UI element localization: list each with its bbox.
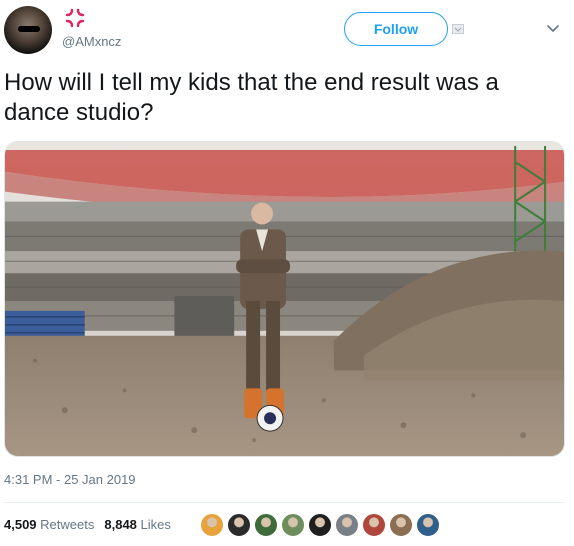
follow-button[interactable]: Follow xyxy=(344,12,448,46)
liker-avatar[interactable] xyxy=(254,513,278,537)
liker-avatar[interactable] xyxy=(308,513,332,537)
retweets-count: 4,509 xyxy=(4,517,37,532)
liker-avatar[interactable] xyxy=(335,513,359,537)
tweet-timestamp[interactable]: 4:31 PM - 25 Jan 2019 xyxy=(4,472,136,487)
tweet-photo[interactable] xyxy=(4,141,565,457)
liker-avatar[interactable] xyxy=(227,513,251,537)
retweets-label: Retweets xyxy=(40,517,95,532)
liker-avatar[interactable] xyxy=(389,513,413,537)
author-avatar[interactable] xyxy=(4,6,52,54)
likes-stat[interactable]: 8,848 Likes xyxy=(104,517,171,532)
author-handle[interactable]: @AMxncz xyxy=(62,34,121,49)
stadium-construction-photo xyxy=(5,142,564,456)
liker-avatar[interactable] xyxy=(416,513,440,537)
likes-label: Likes xyxy=(140,517,171,532)
anger-symbol-icon xyxy=(65,8,85,28)
sunglasses-shape xyxy=(18,26,40,32)
chevron-down-icon[interactable] xyxy=(546,24,560,34)
liker-avatar[interactable] xyxy=(281,513,305,537)
engagement-stats: 4,509 Retweets 8,848 Likes xyxy=(4,517,171,532)
liker-avatars xyxy=(200,513,443,539)
divider xyxy=(4,502,564,503)
liker-avatar[interactable] xyxy=(200,513,224,537)
caret-icon xyxy=(452,24,464,34)
liker-avatar[interactable] xyxy=(362,513,386,537)
retweets-stat[interactable]: 4,509 Retweets xyxy=(4,517,94,532)
tweet-text: How will I tell my kids that the end res… xyxy=(4,69,499,126)
likes-count: 8,848 xyxy=(104,517,137,532)
